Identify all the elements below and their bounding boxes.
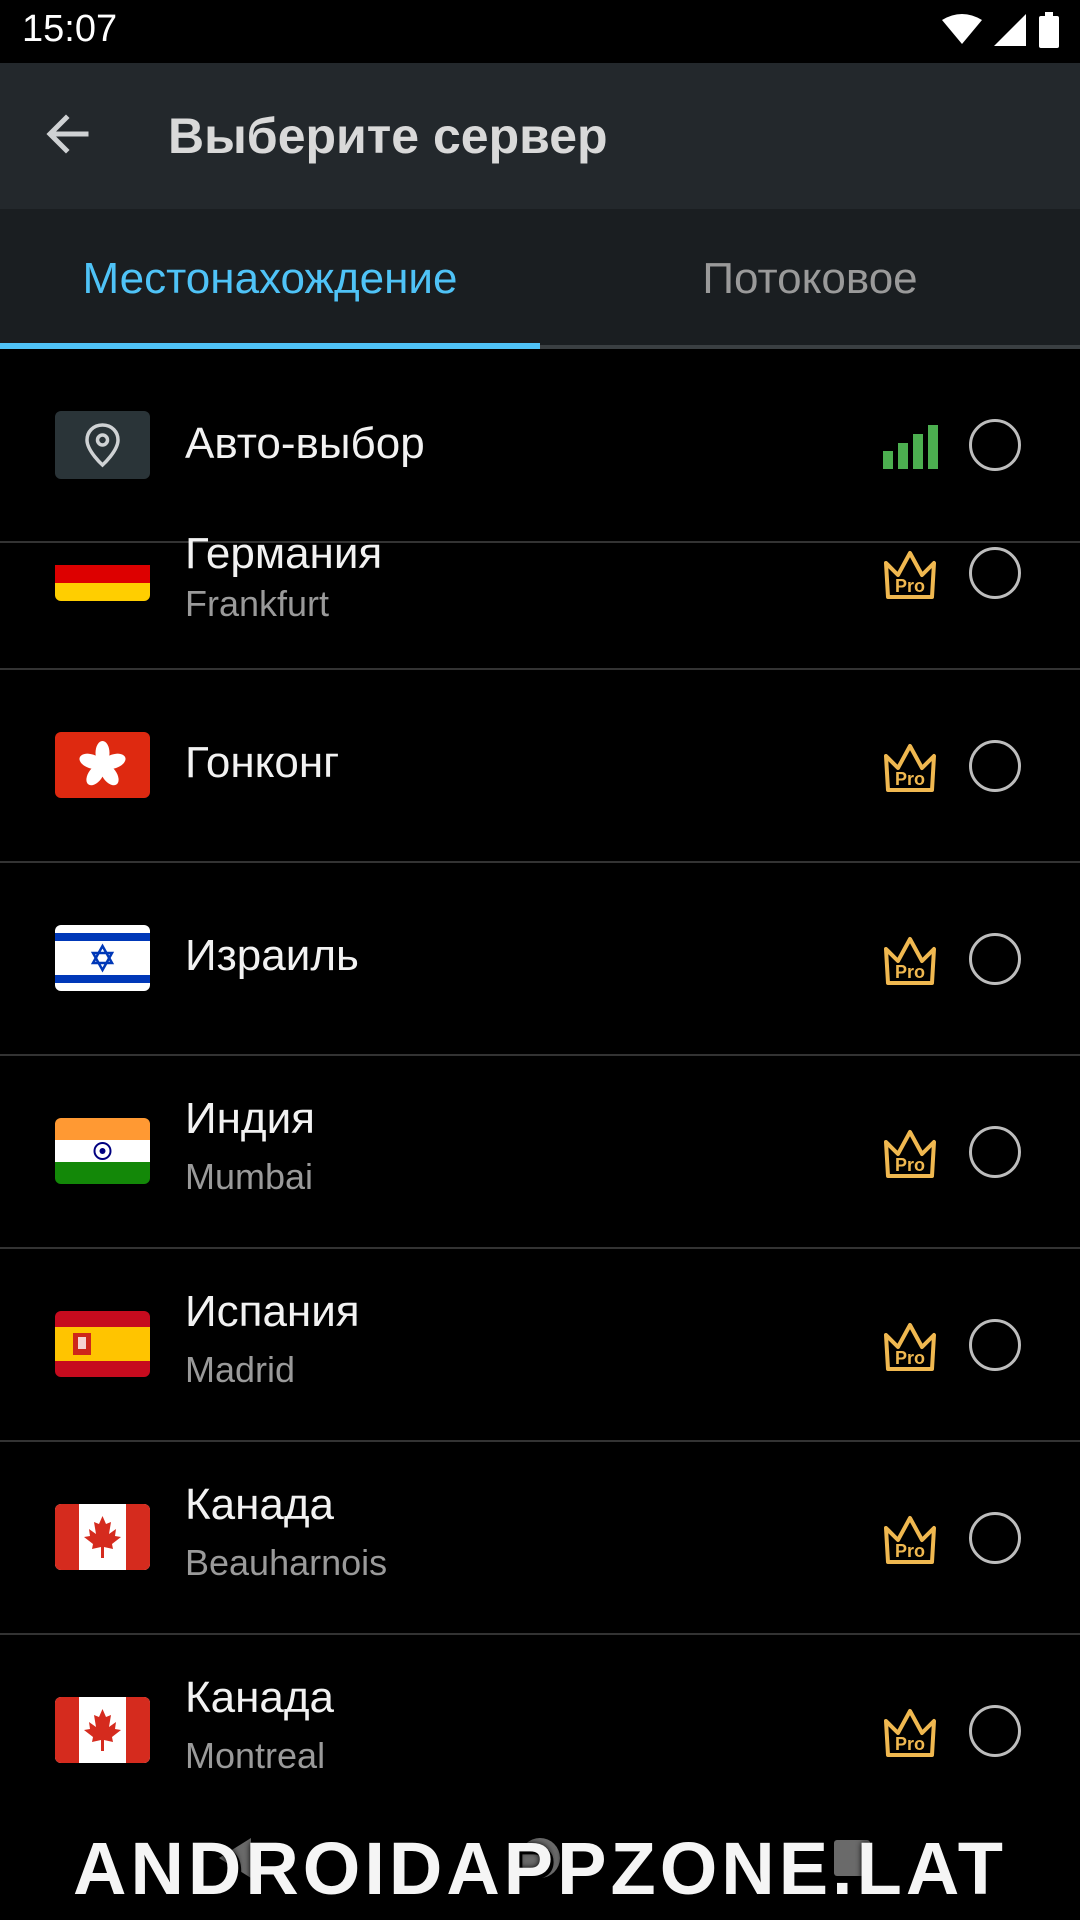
- svg-text:Pro: Pro: [895, 1348, 925, 1368]
- server-row[interactable]: Канада Montreal Pro: [0, 1635, 1080, 1826]
- signal-strength-icon: [883, 425, 938, 469]
- status-bar: 15:07: [0, 0, 1080, 63]
- server-radio[interactable]: [969, 547, 1021, 599]
- pro-crown-icon: Pro: [884, 1516, 936, 1564]
- canada-flag: [55, 1504, 150, 1570]
- tab-streaming-label: Потоковое: [702, 254, 918, 303]
- server-country: Канада: [185, 1480, 335, 1529]
- pro-crown-icon: Pro: [884, 1130, 936, 1178]
- status-time: 15:07: [22, 8, 118, 50]
- server-row[interactable]: Испания Madrid Pro: [0, 1249, 1080, 1442]
- server-row[interactable]: Индия Mumbai Pro: [0, 1056, 1080, 1249]
- germany-flag: [55, 543, 150, 601]
- canada-flag: [55, 1697, 150, 1763]
- server-row[interactable]: Канада Beauharnois Pro: [0, 1442, 1080, 1635]
- location-pin-icon: [55, 411, 150, 479]
- server-city: Montreal: [185, 1735, 326, 1776]
- server-city: Madrid: [185, 1349, 296, 1390]
- battery-icon: [1039, 12, 1059, 48]
- israel-flag: [55, 925, 150, 991]
- server-country: Индия: [185, 1094, 316, 1143]
- tab-location[interactable]: Местонахождение: [0, 209, 540, 349]
- app-bar: Выберите сервер: [0, 63, 1080, 209]
- server-radio[interactable]: [969, 1512, 1021, 1564]
- server-city: Frankfurt: [185, 583, 330, 624]
- cellular-signal-icon: [994, 14, 1026, 46]
- server-list[interactable]: Авто-выбор Германия Frankfurt Pro Гонкон…: [0, 349, 1080, 1920]
- server-city: Mumbai: [185, 1156, 314, 1197]
- svg-text:Pro: Pro: [895, 1734, 925, 1754]
- server-country: Германия: [185, 529, 383, 578]
- pro-crown-icon: Pro: [884, 1709, 936, 1757]
- pro-crown-icon: Pro: [884, 744, 936, 792]
- pro-crown-icon: Pro: [884, 1323, 936, 1371]
- svg-text:Pro: Pro: [895, 962, 925, 982]
- tab-bar: Местонахождение Потоковое: [0, 209, 1080, 349]
- watermark: ANDROIDAPPZONE.LAT: [73, 1827, 1007, 1910]
- server-radio[interactable]: [969, 740, 1021, 792]
- server-radio[interactable]: [969, 1705, 1021, 1757]
- server-country: Гонконг: [185, 738, 340, 787]
- pro-crown-icon: Pro: [884, 551, 936, 599]
- server-country: Израиль: [185, 931, 359, 980]
- server-radio[interactable]: [969, 1319, 1021, 1371]
- hong-kong-flag: [55, 732, 150, 798]
- page-title: Выберите сервер: [168, 108, 608, 164]
- tab-location-label: Местонахождение: [82, 254, 458, 303]
- server-country: Канада: [185, 1673, 335, 1722]
- server-radio[interactable]: [969, 419, 1021, 471]
- back-arrow-icon[interactable]: [40, 106, 96, 162]
- svg-text:Pro: Pro: [895, 769, 925, 789]
- svg-text:Pro: Pro: [895, 1541, 925, 1561]
- server-row[interactable]: Гонконг Pro: [0, 670, 1080, 863]
- server-name: Авто-выбор: [185, 419, 425, 468]
- wifi-icon: [942, 14, 982, 44]
- spain-flag: [55, 1311, 150, 1377]
- server-city: Beauharnois: [185, 1542, 388, 1583]
- server-row[interactable]: Германия Frankfurt Pro: [0, 529, 1080, 670]
- status-icons: [942, 10, 1060, 50]
- pro-crown-icon: Pro: [884, 937, 936, 985]
- tab-streaming[interactable]: Потоковое: [540, 209, 1080, 349]
- server-row-auto[interactable]: Авто-выбор: [0, 349, 1080, 543]
- india-flag: [55, 1118, 150, 1184]
- svg-text:Pro: Pro: [895, 1155, 925, 1175]
- svg-text:Pro: Pro: [895, 576, 925, 596]
- server-radio[interactable]: [969, 933, 1021, 985]
- server-row[interactable]: Израиль Pro: [0, 863, 1080, 1056]
- server-radio[interactable]: [969, 1126, 1021, 1178]
- server-country: Испания: [185, 1287, 360, 1336]
